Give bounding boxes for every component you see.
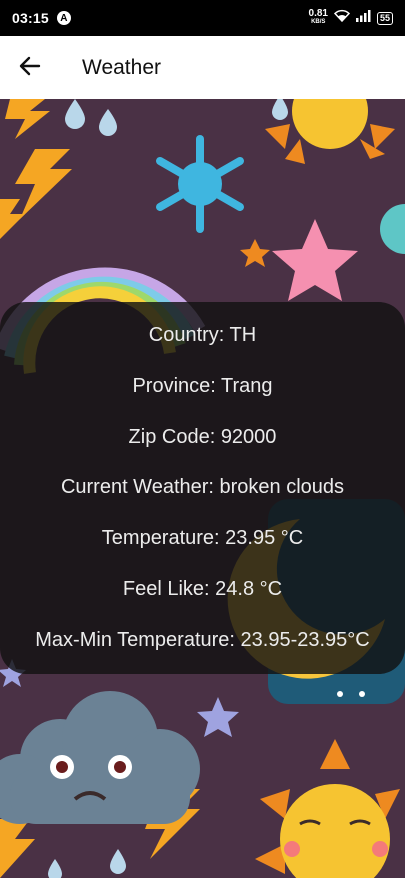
app-bar: Weather (0, 36, 405, 99)
current-weather-text: Current Weather: broken clouds (60, 476, 345, 499)
wifi-icon (333, 9, 351, 27)
country-text: Country: TH (148, 323, 257, 346)
province-text: Province: Trang (132, 374, 273, 397)
max-min-temperature-text: Max-Min Temperature: 23.95-23.95°C (35, 628, 370, 651)
status-indicators: 0.81 KB/S 55 (309, 9, 393, 27)
battery-icon: 55 (376, 11, 393, 25)
page-title: Weather (82, 55, 161, 79)
network-speed: 0.81 KB/S (308, 8, 328, 26)
feel-like-text: Feel Like: 24.8 °C (122, 578, 283, 601)
zip-code-text: Zip Code: 92000 (128, 425, 277, 448)
back-button[interactable] (2, 40, 58, 96)
arrow-left-icon (19, 55, 41, 81)
status-time: 03:15 (12, 10, 49, 26)
network-speed-value: 0.81 (308, 8, 328, 19)
status-bar: 03:15 A 0.81 KB/S 55 (0, 0, 405, 36)
notification-app-icon: A (56, 11, 71, 25)
temperature-text: Temperature: 23.95 °C (101, 527, 304, 550)
weather-info-card: Country: TH Province: Trang Zip Code: 92… (0, 302, 405, 674)
signal-icon (355, 9, 371, 27)
network-speed-unit: KB/S (311, 19, 326, 25)
